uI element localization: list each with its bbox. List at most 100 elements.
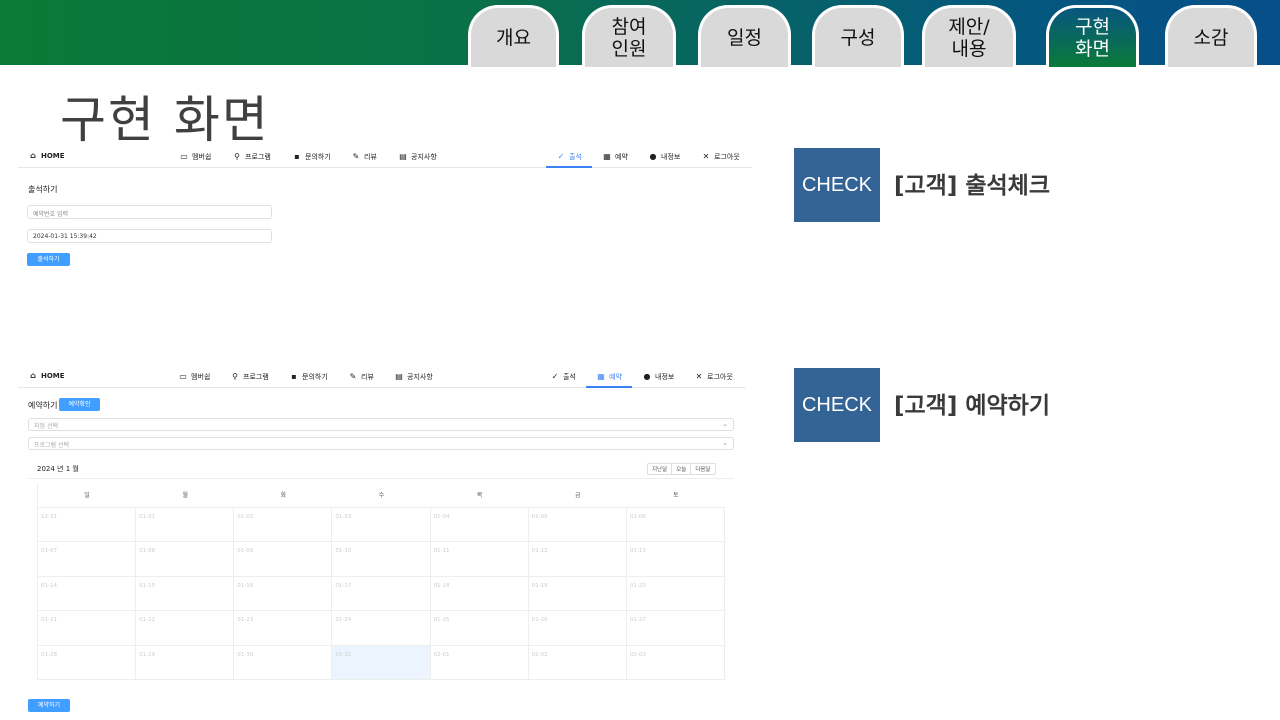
close-icon: ✕: [702, 152, 710, 161]
today-button[interactable]: 오늘: [672, 464, 692, 474]
calendar-day[interactable]: 01-14: [38, 576, 137, 612]
nav-inquiry[interactable]: ▪ 문의하기: [293, 152, 330, 162]
weekday-header: 목: [430, 483, 529, 508]
branch-select[interactable]: 지점 선택 ⌄: [28, 418, 734, 431]
nav-program[interactable]: ⚲ 프로그램: [231, 372, 269, 382]
nav-notice[interactable]: ▤ 공지사항: [395, 372, 433, 382]
user-icon: ●: [649, 152, 657, 161]
calendar-day[interactable]: 01-12: [528, 542, 627, 577]
attendance-heading: 출석하기: [28, 185, 58, 194]
datetime-field[interactable]: 2024-01-31 15:39:42: [27, 229, 272, 243]
prev-month-button[interactable]: 지난달: [648, 464, 673, 474]
calendar-day[interactable]: 01-25: [430, 611, 529, 646]
tab-members[interactable]: 참여 인원: [582, 5, 676, 67]
tab-structure[interactable]: 구성: [812, 5, 904, 67]
calendar-day-today[interactable]: 01-31: [332, 645, 431, 680]
chevron-down-icon: ⌄: [722, 439, 728, 447]
calendar-day[interactable]: 01-23: [234, 611, 333, 646]
calendar-day[interactable]: 01-19: [528, 576, 627, 612]
program-select[interactable]: 프로그램 선택 ⌄: [28, 437, 734, 450]
calendar-day[interactable]: 01-22: [136, 611, 235, 646]
nav-myinfo[interactable]: ● 내정보: [643, 372, 675, 382]
tab-schedule[interactable]: 일정: [698, 5, 791, 67]
calendar-day[interactable]: 01-27: [626, 611, 725, 646]
calendar-day[interactable]: 01-10: [332, 542, 431, 577]
tab-proposal[interactable]: 제안/ 내용: [922, 5, 1016, 67]
tab-review[interactable]: 소감: [1165, 5, 1257, 67]
nav-program[interactable]: ⚲ 프로그램: [233, 152, 271, 162]
check-badge: CHECK: [794, 368, 880, 442]
page-title: 구현 화면: [60, 91, 270, 149]
feature-title-attendance: [고객] 출석체크: [894, 173, 1050, 199]
calendar-day[interactable]: 01-13: [626, 542, 725, 577]
nav-attendance[interactable]: ✓ 출석: [551, 372, 576, 382]
calendar-day[interactable]: 01-03: [332, 508, 431, 543]
calendar-day[interactable]: 01-07: [38, 542, 137, 577]
calendar-day[interactable]: 01-18: [430, 576, 529, 612]
calendar-day[interactable]: 02-01: [430, 645, 529, 680]
calendar-day[interactable]: 01-16: [234, 576, 333, 612]
nav-reservation[interactable]: ▦ 예약: [603, 152, 628, 162]
home-icon: ⌂: [30, 371, 36, 380]
nav-reservation[interactable]: ▦ 예약: [597, 372, 622, 382]
calendar-day[interactable]: 01-24: [332, 611, 431, 646]
tab-overview[interactable]: 개요: [468, 5, 559, 67]
user-icon: ●: [643, 372, 651, 381]
weekday-header: 토: [626, 483, 725, 508]
reservation-submit-button[interactable]: 예약하기: [28, 699, 70, 712]
calendar-day[interactable]: 01-20: [626, 576, 725, 612]
calendar-icon: ▦: [603, 152, 611, 161]
document-icon: ▤: [395, 372, 403, 381]
nav-home[interactable]: ⌂ HOME: [29, 151, 64, 161]
calendar-day[interactable]: 02-03: [626, 645, 725, 680]
calendar-day[interactable]: 01-21: [38, 611, 137, 646]
calendar-day[interactable]: 01-28: [38, 645, 137, 680]
divider: [28, 478, 734, 479]
calendar-day[interactable]: 01-04: [430, 508, 529, 543]
nav-membership[interactable]: ▭ 멤버쉽: [180, 152, 211, 162]
home-icon: ⌂: [30, 151, 36, 160]
calendar-day[interactable]: 01-30: [234, 645, 333, 680]
chat-icon: ▪: [294, 152, 300, 161]
calendar-day[interactable]: 01-29: [136, 645, 235, 680]
nav-attendance[interactable]: ✓ 출석: [557, 152, 582, 162]
calendar-day[interactable]: 01-08: [136, 542, 235, 577]
nav-membership[interactable]: ▭ 멤버쉽: [179, 372, 210, 382]
nav-home[interactable]: ⌂ HOME: [29, 371, 64, 381]
nav-review[interactable]: ✎ 리뷰: [352, 152, 377, 162]
calendar-day[interactable]: 01-01: [136, 508, 235, 543]
next-month-button[interactable]: 다음달: [691, 464, 714, 474]
calendar-day[interactable]: 12-31: [38, 508, 137, 543]
calendar-day[interactable]: 01-15: [136, 576, 235, 612]
reservation-confirm-button[interactable]: 예약확인: [59, 398, 100, 411]
calendar-day[interactable]: 01-05: [528, 508, 627, 543]
weekday-header: 금: [528, 483, 627, 508]
calendar-day[interactable]: 01-02: [234, 508, 333, 543]
calendar-day[interactable]: 01-09: [234, 542, 333, 577]
site-nav: ⌂ HOME ▭ 멤버쉽 ⚲ 프로그램 ▪ 문의하기 ✎ 리뷰 ▤ 공지사항 ✓ 출석 ▦ 예약…: [18, 366, 746, 388]
calendar-day[interactable]: 02-02: [528, 645, 627, 680]
card-icon: ▭: [180, 152, 188, 161]
attendance-submit-button[interactable]: 출석하기: [27, 253, 70, 266]
nav-logout[interactable]: ✕ 로그아웃: [702, 152, 740, 162]
reservation-number-input[interactable]: 예약번호 입력: [27, 205, 272, 219]
calendar-icon: ▦: [597, 372, 605, 381]
check-badge: CHECK: [794, 148, 880, 222]
nav-inquiry[interactable]: ▪ 문의하기: [290, 372, 327, 382]
nav-notice[interactable]: ▤ 공지사항: [399, 152, 437, 162]
nav-review[interactable]: ✎ 리뷰: [349, 372, 374, 382]
tab-implementation[interactable]: 구현 화면: [1046, 5, 1139, 67]
top-banner: 개요 참여 인원 일정 구성 제안/ 내용 구현 화면 소감: [0, 0, 1280, 67]
nav-myinfo[interactable]: ● 내정보: [649, 152, 681, 162]
calendar-day[interactable]: 01-06: [626, 508, 725, 543]
active-nav-indicator: [586, 386, 632, 388]
calendar-day[interactable]: 01-11: [430, 542, 529, 577]
attendance-screenshot: ⌂ HOME ▭ 멤버쉽 ⚲ 프로그램 ▪ 문의하기 ✎ 리뷰 ▤ 공지사항 ✓ 출석 ▦ 예약…: [18, 146, 752, 276]
calendar-day[interactable]: 01-26: [528, 611, 627, 646]
site-nav: ⌂ HOME ▭ 멤버쉽 ⚲ 프로그램 ▪ 문의하기 ✎ 리뷰 ▤ 공지사항 ✓ 출석 ▦ 예약…: [18, 146, 752, 168]
calendar-title: 2024 년 1 월: [37, 465, 79, 473]
nav-logout[interactable]: ✕ 로그아웃: [695, 372, 733, 382]
calendar-day[interactable]: 01-17: [332, 576, 431, 612]
feature-title-reservation: [고객] 예약하기: [894, 393, 1050, 419]
calendar-grid: 일 월 화 수 목 금 토 12-31 01-01 01-02 01-03 01-04 01-05 01-…: [37, 483, 725, 680]
